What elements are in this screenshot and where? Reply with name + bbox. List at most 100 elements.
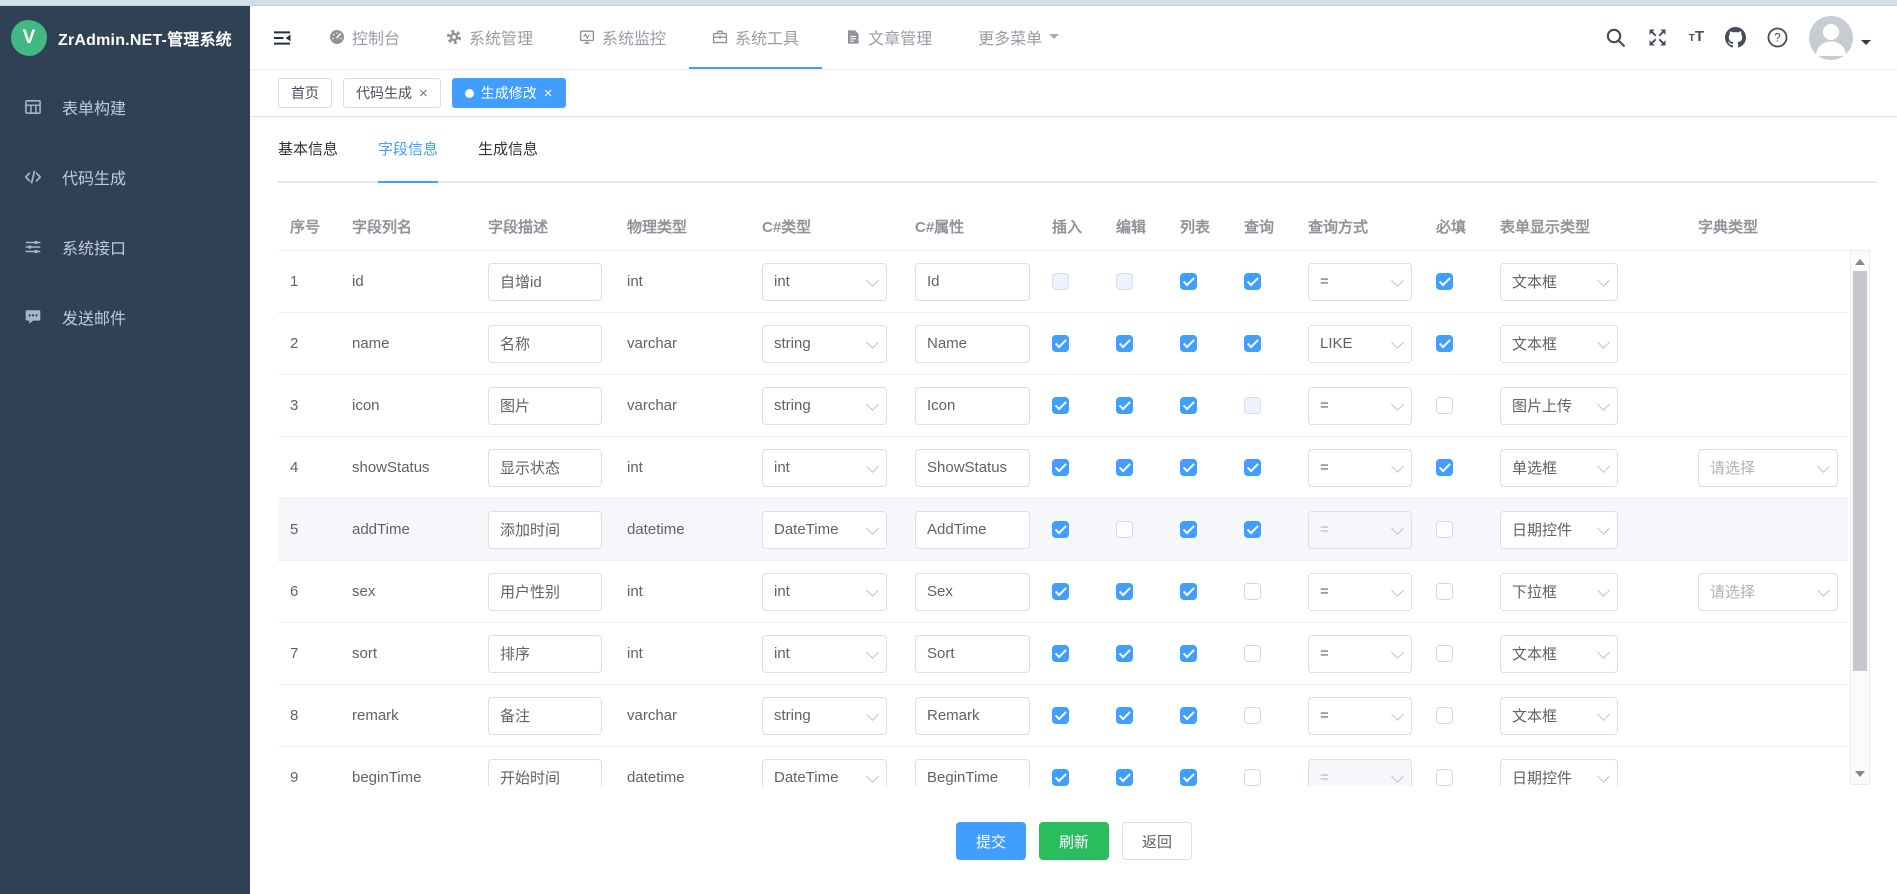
app-logo-row[interactable]: V ZrAdmin.NET-管理系统	[0, 6, 250, 70]
field-description-input[interactable]	[488, 635, 602, 673]
sidebar-item-form-build[interactable]: 表单构建	[0, 72, 250, 142]
insert-checkbox[interactable]	[1052, 769, 1069, 786]
display-type-select[interactable]: 文本框	[1500, 325, 1618, 363]
query-mode-select[interactable]: =	[1308, 387, 1412, 425]
required-checkbox[interactable]	[1436, 397, 1453, 414]
edit-checkbox[interactable]	[1116, 645, 1133, 662]
csharp-property-input[interactable]	[915, 263, 1030, 301]
query-checkbox[interactable]	[1244, 521, 1261, 538]
sidebar-fold-icon[interactable]	[272, 28, 292, 48]
close-icon[interactable]: ×	[419, 86, 428, 101]
tab-basic-info[interactable]: 基本信息	[278, 141, 338, 181]
field-description-input[interactable]	[488, 325, 602, 363]
edit-checkbox[interactable]	[1116, 459, 1133, 476]
insert-checkbox[interactable]	[1052, 335, 1069, 352]
csharp-type-select[interactable]: string	[762, 697, 887, 735]
csharp-property-input[interactable]	[915, 387, 1030, 425]
required-checkbox[interactable]	[1436, 583, 1453, 600]
edit-checkbox[interactable]	[1116, 583, 1133, 600]
csharp-property-input[interactable]	[915, 511, 1030, 549]
tag-home[interactable]: 首页	[278, 78, 332, 108]
tag-code-gen[interactable]: 代码生成 ×	[343, 78, 441, 108]
field-description-input[interactable]	[488, 573, 602, 611]
refresh-button[interactable]: 刷新	[1039, 822, 1109, 860]
query-mode-select[interactable]: =	[1308, 263, 1412, 301]
edit-checkbox[interactable]	[1116, 397, 1133, 414]
required-checkbox[interactable]	[1436, 707, 1453, 724]
csharp-type-select[interactable]: int	[762, 263, 887, 301]
insert-checkbox[interactable]	[1052, 397, 1069, 414]
top-menu-system-manage[interactable]: 系统管理	[423, 6, 556, 69]
dict-type-select[interactable]: 请选择	[1698, 449, 1838, 487]
query-mode-select[interactable]: =	[1308, 697, 1412, 735]
back-button[interactable]: 返回	[1122, 822, 1192, 860]
display-type-select[interactable]: 单选框	[1500, 449, 1618, 487]
sidebar-item-system-api[interactable]: 系统接口	[0, 212, 250, 282]
scrollbar-thumb[interactable]	[1853, 271, 1867, 671]
query-checkbox[interactable]	[1244, 769, 1261, 786]
dict-type-select[interactable]: 请选择	[1698, 573, 1838, 611]
close-icon[interactable]: ×	[544, 86, 553, 101]
insert-checkbox[interactable]	[1052, 583, 1069, 600]
top-menu-article-manage[interactable]: 文章管理	[822, 6, 955, 69]
query-checkbox[interactable]	[1244, 335, 1261, 352]
field-description-input[interactable]	[488, 263, 602, 301]
csharp-property-input[interactable]	[915, 759, 1030, 787]
query-mode-select[interactable]: =	[1308, 573, 1412, 611]
list-checkbox[interactable]	[1180, 521, 1197, 538]
list-checkbox[interactable]	[1180, 707, 1197, 724]
display-type-select[interactable]: 日期控件	[1500, 511, 1618, 549]
submit-button[interactable]: 提交	[956, 822, 1026, 860]
query-checkbox[interactable]	[1244, 583, 1261, 600]
csharp-type-select[interactable]: DateTime	[762, 759, 887, 787]
search-icon[interactable]	[1605, 27, 1626, 48]
list-checkbox[interactable]	[1180, 397, 1197, 414]
csharp-type-select[interactable]: int	[762, 635, 887, 673]
display-type-select[interactable]: 下拉框	[1500, 573, 1618, 611]
required-checkbox[interactable]	[1436, 645, 1453, 662]
csharp-property-input[interactable]	[915, 697, 1030, 735]
help-icon[interactable]	[1767, 27, 1788, 48]
required-checkbox[interactable]	[1436, 335, 1453, 352]
top-menu-system-monitor[interactable]: 系统监控	[556, 6, 689, 69]
table-scrollbar[interactable]	[1850, 250, 1870, 785]
query-mode-select[interactable]: LIKE	[1308, 325, 1412, 363]
query-checkbox[interactable]	[1244, 459, 1261, 476]
font-size-icon[interactable]: TT	[1689, 26, 1704, 49]
query-checkbox[interactable]	[1244, 645, 1261, 662]
required-checkbox[interactable]	[1436, 459, 1453, 476]
list-checkbox[interactable]	[1180, 769, 1197, 786]
insert-checkbox[interactable]	[1052, 459, 1069, 476]
csharp-type-select[interactable]: string	[762, 325, 887, 363]
fullscreen-icon[interactable]	[1647, 27, 1668, 48]
top-menu-system-tools[interactable]: 系统工具	[689, 6, 822, 69]
list-checkbox[interactable]	[1180, 335, 1197, 352]
insert-checkbox[interactable]	[1052, 521, 1069, 538]
display-type-select[interactable]: 文本框	[1500, 635, 1618, 673]
csharp-type-select[interactable]: int	[762, 449, 887, 487]
insert-checkbox[interactable]	[1052, 707, 1069, 724]
query-checkbox[interactable]	[1244, 273, 1261, 290]
sidebar-item-code-gen[interactable]: 代码生成	[0, 142, 250, 212]
top-menu-more[interactable]: 更多菜单	[955, 6, 1082, 69]
display-type-select[interactable]: 日期控件	[1500, 759, 1618, 787]
required-checkbox[interactable]	[1436, 769, 1453, 786]
tab-field-info[interactable]: 字段信息	[378, 141, 438, 181]
display-type-select[interactable]: 图片上传	[1500, 387, 1618, 425]
field-description-input[interactable]	[488, 387, 602, 425]
query-mode-select[interactable]: =	[1308, 759, 1412, 787]
tag-gen-edit[interactable]: 生成修改 ×	[452, 78, 566, 108]
list-checkbox[interactable]	[1180, 273, 1197, 290]
edit-checkbox[interactable]	[1116, 521, 1133, 538]
sidebar-item-send-mail[interactable]: 发送邮件	[0, 282, 250, 352]
required-checkbox[interactable]	[1436, 273, 1453, 290]
csharp-type-select[interactable]: string	[762, 387, 887, 425]
query-checkbox[interactable]	[1244, 707, 1261, 724]
list-checkbox[interactable]	[1180, 645, 1197, 662]
scroll-up-icon[interactable]	[1851, 253, 1869, 269]
top-menu-dashboard[interactable]: 控制台	[306, 6, 423, 69]
insert-checkbox[interactable]	[1052, 645, 1069, 662]
edit-checkbox[interactable]	[1116, 335, 1133, 352]
required-checkbox[interactable]	[1436, 521, 1453, 538]
csharp-property-input[interactable]	[915, 635, 1030, 673]
